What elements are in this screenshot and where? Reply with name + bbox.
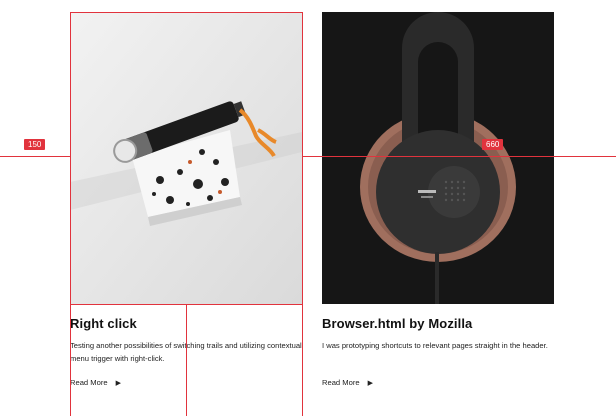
card-description: Testing another possibilities of switchi… <box>70 341 302 363</box>
card-image-headphones[interactable] <box>322 12 554 304</box>
guide-marker-left: 150 <box>24 139 46 150</box>
read-more-link[interactable]: Read More ▶ <box>322 378 373 387</box>
card-title[interactable]: Right click <box>70 316 302 331</box>
read-more-label: Read More <box>70 378 108 387</box>
read-more-link[interactable]: Read More ▶ <box>70 378 121 387</box>
guide-line-vertical <box>302 12 303 416</box>
guide-line-horizontal <box>0 156 70 157</box>
play-right-icon: ▶ <box>367 379 373 387</box>
card-browser-html[interactable]: Browser.html by Mozilla I was prototypin… <box>322 12 554 387</box>
guide-line-horizontal <box>70 304 302 305</box>
card-description: I was prototyping shortcuts to relevant … <box>322 341 548 350</box>
guide-marker-right: 660 <box>482 139 504 150</box>
card-right-click[interactable]: Right click Testing another possibilitie… <box>70 12 302 387</box>
card-title[interactable]: Browser.html by Mozilla <box>322 316 554 331</box>
play-right-icon: ▶ <box>115 379 121 387</box>
card-image-flashlight[interactable] <box>70 12 302 304</box>
read-more-label: Read More <box>322 378 360 387</box>
